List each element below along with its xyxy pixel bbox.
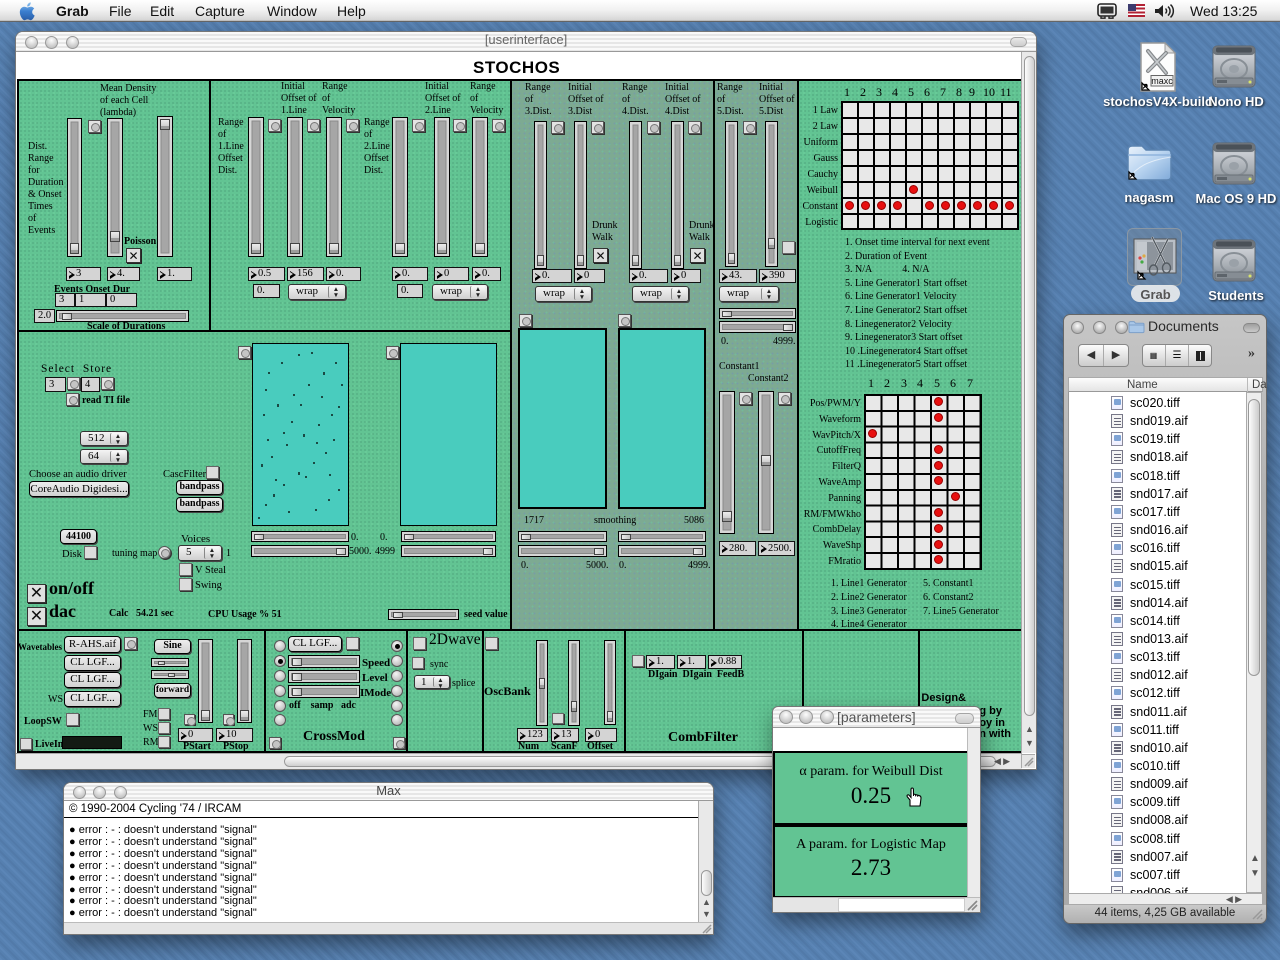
svg-text:maxc: maxc	[1151, 76, 1173, 86]
